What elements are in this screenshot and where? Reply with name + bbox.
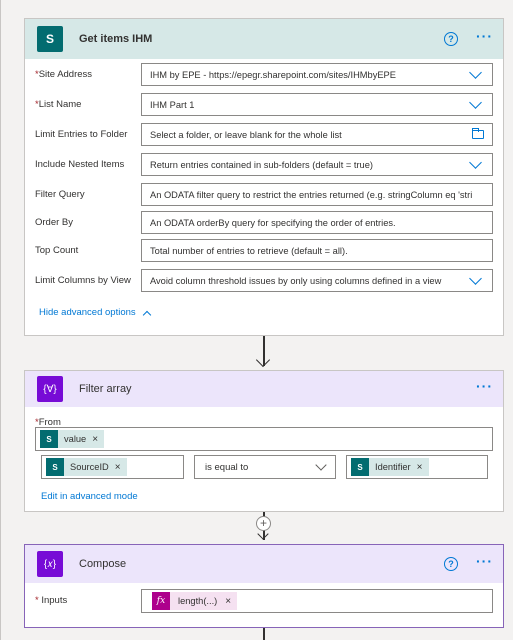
inputs-label-text: Inputs — [41, 595, 68, 606]
filter-array-icon: {∀} — [37, 376, 63, 402]
field-label: *List Name — [35, 99, 81, 110]
sourceid-token-label: SourceID — [70, 462, 109, 472]
identifier-token[interactable]: S Identifier × — [351, 458, 429, 476]
more-options-icon[interactable]: ··· — [476, 554, 493, 568]
field-value: Total number of entries to retrieve (def… — [150, 245, 348, 256]
filter-array-title: Filter array — [79, 383, 132, 395]
field-label: Filter Query — [35, 189, 85, 200]
from-field[interactable]: S value × — [35, 427, 493, 451]
compose-header[interactable]: {𝑥} Compose ? ··· — [25, 545, 503, 583]
operator-dropdown[interactable]: is equal to — [194, 455, 336, 479]
more-options-icon[interactable]: ··· — [476, 379, 493, 393]
inputs-field[interactable]: fx length(...) × — [141, 589, 493, 613]
field-input[interactable]: An ODATA filter query to restrict the en… — [141, 183, 493, 206]
field-label-text: Include Nested Items — [35, 159, 125, 170]
help-icon[interactable]: ? — [444, 32, 458, 46]
remove-token-icon[interactable]: × — [417, 462, 423, 473]
value-token-label: value — [64, 434, 87, 444]
field-label-text: Limit Columns by View — [35, 275, 131, 286]
field-label: Limit Columns by View — [35, 275, 131, 286]
identifier-token-label: Identifier — [375, 462, 411, 472]
compose-icon: {𝑥} — [37, 551, 63, 577]
connector-line — [263, 628, 265, 640]
condition-right-field[interactable]: S Identifier × — [346, 455, 488, 479]
sharepoint-token-icon: S — [351, 458, 369, 476]
field-label-text: Top Count — [35, 245, 79, 256]
inputs-label: * Inputs — [35, 595, 67, 606]
sourceid-token[interactable]: S SourceID × — [46, 458, 127, 476]
field-value: IHM Part 1 — [150, 99, 195, 110]
field-label: Include Nested Items — [35, 159, 124, 170]
field-label: *Site Address — [35, 69, 92, 80]
field-label-text: List Name — [38, 99, 82, 110]
get-items-card: S Get items IHM ? ··· *Site Address IHM b… — [24, 18, 504, 336]
field-label-text: Order By — [35, 217, 74, 228]
sharepoint-icon: S — [37, 26, 63, 52]
field-value: IHM by EPE - https://epegr.sharepoint.co… — [150, 69, 396, 80]
field-label: Top Count — [35, 245, 78, 256]
chevron-down-icon — [315, 459, 327, 471]
field-value: An ODATA orderBy query for specifying th… — [150, 217, 396, 228]
length-expression-token[interactable]: fx length(...) × — [152, 592, 238, 610]
get-items-title: Get items IHM — [79, 33, 153, 45]
field-input[interactable]: IHM Part 1 — [141, 93, 493, 116]
help-icon[interactable]: ? — [444, 557, 458, 571]
field-label: Order By — [35, 217, 73, 228]
filter-array-card: {∀} Filter array ··· *From S value × S S… — [24, 370, 504, 512]
chevron-down-icon[interactable] — [469, 66, 482, 79]
function-icon: fx — [152, 592, 170, 610]
sharepoint-token-icon: S — [46, 458, 64, 476]
field-input[interactable]: Select a folder, or leave blank for the … — [141, 123, 493, 146]
length-token-label: length(...) — [178, 596, 218, 606]
edit-advanced-mode-link[interactable]: Edit in advanced mode — [41, 491, 138, 502]
remove-token-icon[interactable]: × — [115, 462, 121, 473]
field-value: Return entries contained in sub-folders … — [150, 159, 373, 170]
field-value: Select a folder, or leave blank for the … — [150, 129, 342, 140]
chevron-down-icon[interactable] — [469, 156, 482, 169]
condition-left-field[interactable]: S SourceID × — [41, 455, 184, 479]
field-label-text: Site Address — [38, 69, 93, 80]
more-options-icon[interactable]: ··· — [476, 29, 493, 43]
value-token[interactable]: S value × — [40, 430, 105, 448]
get-items-header[interactable]: S Get items IHM ? ··· — [25, 19, 503, 59]
sharepoint-token-icon: S — [40, 430, 58, 448]
remove-token-icon[interactable]: × — [92, 434, 98, 445]
folder-icon[interactable] — [472, 128, 484, 139]
field-label: Limit Entries to Folder — [35, 129, 127, 140]
required-mark: * — [35, 595, 39, 606]
chevron-up-icon — [142, 310, 151, 319]
chevron-down-icon[interactable] — [469, 96, 482, 109]
hide-advanced-options-label: Hide advanced options — [39, 307, 136, 318]
field-input[interactable]: Total number of entries to retrieve (def… — [141, 239, 493, 262]
compose-title: Compose — [79, 558, 127, 570]
chevron-down-icon[interactable] — [469, 272, 482, 285]
hide-advanced-options-link[interactable]: Hide advanced options — [39, 307, 151, 319]
field-value: Avoid column threshold issues by only us… — [150, 275, 442, 286]
filter-array-header[interactable]: {∀} Filter array ··· — [25, 371, 503, 407]
field-label-text: Filter Query — [35, 189, 85, 200]
field-input[interactable]: Return entries contained in sub-folders … — [141, 153, 493, 176]
compose-card: {𝑥} Compose ? ··· * Inputs fx length(...… — [24, 544, 504, 628]
field-value: An ODATA filter query to restrict the en… — [150, 189, 473, 200]
field-input[interactable]: Avoid column threshold issues by only us… — [141, 269, 493, 292]
field-input[interactable]: An ODATA orderBy query for specifying th… — [141, 211, 493, 234]
arrow-down-icon — [255, 352, 271, 368]
operator-value: is equal to — [205, 461, 249, 473]
canvas-edge — [0, 0, 1, 640]
field-label-text: Limit Entries to Folder — [35, 129, 128, 140]
field-input[interactable]: IHM by EPE - https://epegr.sharepoint.co… — [141, 63, 493, 86]
remove-token-icon[interactable]: × — [225, 596, 231, 607]
